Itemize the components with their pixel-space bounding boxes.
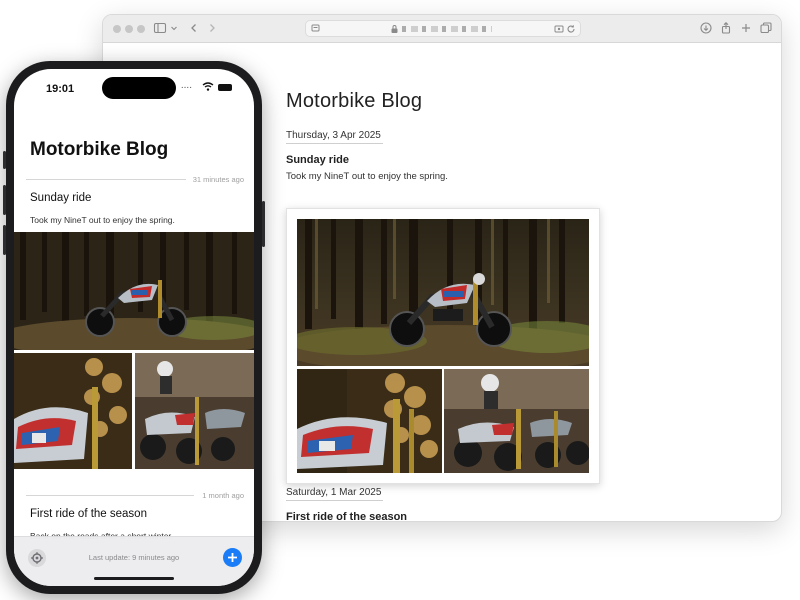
post-body: Took my NineT out to enjoy the spring. xyxy=(286,171,448,182)
gallery-photo-detail[interactable] xyxy=(297,369,442,473)
photo-gallery xyxy=(286,208,600,484)
app-title: Motorbike Blog xyxy=(30,139,169,160)
new-tab-plus-icon[interactable] xyxy=(739,21,753,35)
divider xyxy=(26,179,186,180)
chevron-left-icon[interactable] xyxy=(187,21,201,35)
window-close-button[interactable] xyxy=(113,25,121,33)
chevron-down-icon[interactable] xyxy=(167,21,181,35)
phone-volume-down xyxy=(3,225,6,255)
dynamic-island xyxy=(102,77,176,99)
battery-icon xyxy=(218,84,232,91)
stage: Motorbike Blog Thursday, 3 Apr 2025 Sund… xyxy=(0,0,800,600)
photo-tank-closeup xyxy=(14,353,132,469)
gallery-photo-lineup[interactable] xyxy=(444,369,589,473)
phone-action-button xyxy=(3,151,6,169)
home-indicator[interactable] xyxy=(94,577,174,580)
photo-bikes-lineup xyxy=(444,369,589,473)
post-title[interactable]: Sunday ride xyxy=(30,192,91,204)
post-date: Saturday, 1 Mar 2025 xyxy=(286,487,384,501)
photo-forest-motorbike xyxy=(14,232,254,350)
wifi-icon xyxy=(202,82,214,91)
photo-bikes-lineup xyxy=(135,353,254,469)
page-title: Motorbike Blog xyxy=(286,90,423,112)
phone-screen: 19:01 .... Motorbike Blog 31 minutes ago… xyxy=(14,69,254,586)
window-minimize-button[interactable] xyxy=(125,25,133,33)
divider xyxy=(26,495,194,496)
photo-tank-closeup xyxy=(297,369,442,473)
post-title[interactable]: First ride of the season xyxy=(30,508,147,520)
translate-icon[interactable] xyxy=(554,24,564,34)
download-icon[interactable] xyxy=(699,21,713,35)
url-text xyxy=(402,26,492,32)
chevron-right-icon[interactable] xyxy=(205,21,219,35)
post-body: Took my NineT out to enjoy the spring. xyxy=(30,215,175,225)
gallery-photo-main[interactable] xyxy=(297,219,589,366)
phone-power-button xyxy=(262,201,265,247)
status-time: 19:01 xyxy=(46,83,75,95)
post-date: Thursday, 3 Apr 2025 xyxy=(286,130,383,144)
post-time-ago: 31 minutes ago xyxy=(192,175,244,184)
post-title[interactable]: Sunday ride xyxy=(286,154,349,166)
post-photo-detail[interactable] xyxy=(14,353,132,469)
phone-volume-up xyxy=(3,185,6,215)
page-settings-icon[interactable] xyxy=(310,23,321,34)
post-photo-main[interactable] xyxy=(14,232,254,350)
add-post-button[interactable] xyxy=(223,548,242,567)
sidebar-icon[interactable] xyxy=(153,21,167,35)
last-update-label: Last update: 9 minutes ago xyxy=(88,553,180,562)
tabs-icon[interactable] xyxy=(759,21,773,35)
bottom-toolbar: Last update: 9 minutes ago xyxy=(14,536,254,586)
post-time-ago: 1 month ago xyxy=(202,491,244,500)
share-icon[interactable] xyxy=(719,21,733,35)
window-zoom-button[interactable] xyxy=(137,25,145,33)
post-photo-lineup[interactable] xyxy=(135,353,254,469)
phone-device: 19:01 .... Motorbike Blog 31 minutes ago… xyxy=(3,61,265,594)
address-bar[interactable] xyxy=(305,20,581,37)
status-dots: .... xyxy=(180,80,192,91)
reload-icon[interactable] xyxy=(566,24,576,34)
post-title[interactable]: First ride of the season xyxy=(286,511,407,521)
plus-icon xyxy=(228,553,237,562)
lock-icon xyxy=(390,24,399,34)
photo-forest-motorbike xyxy=(297,219,589,366)
browser-toolbar xyxy=(103,15,781,43)
